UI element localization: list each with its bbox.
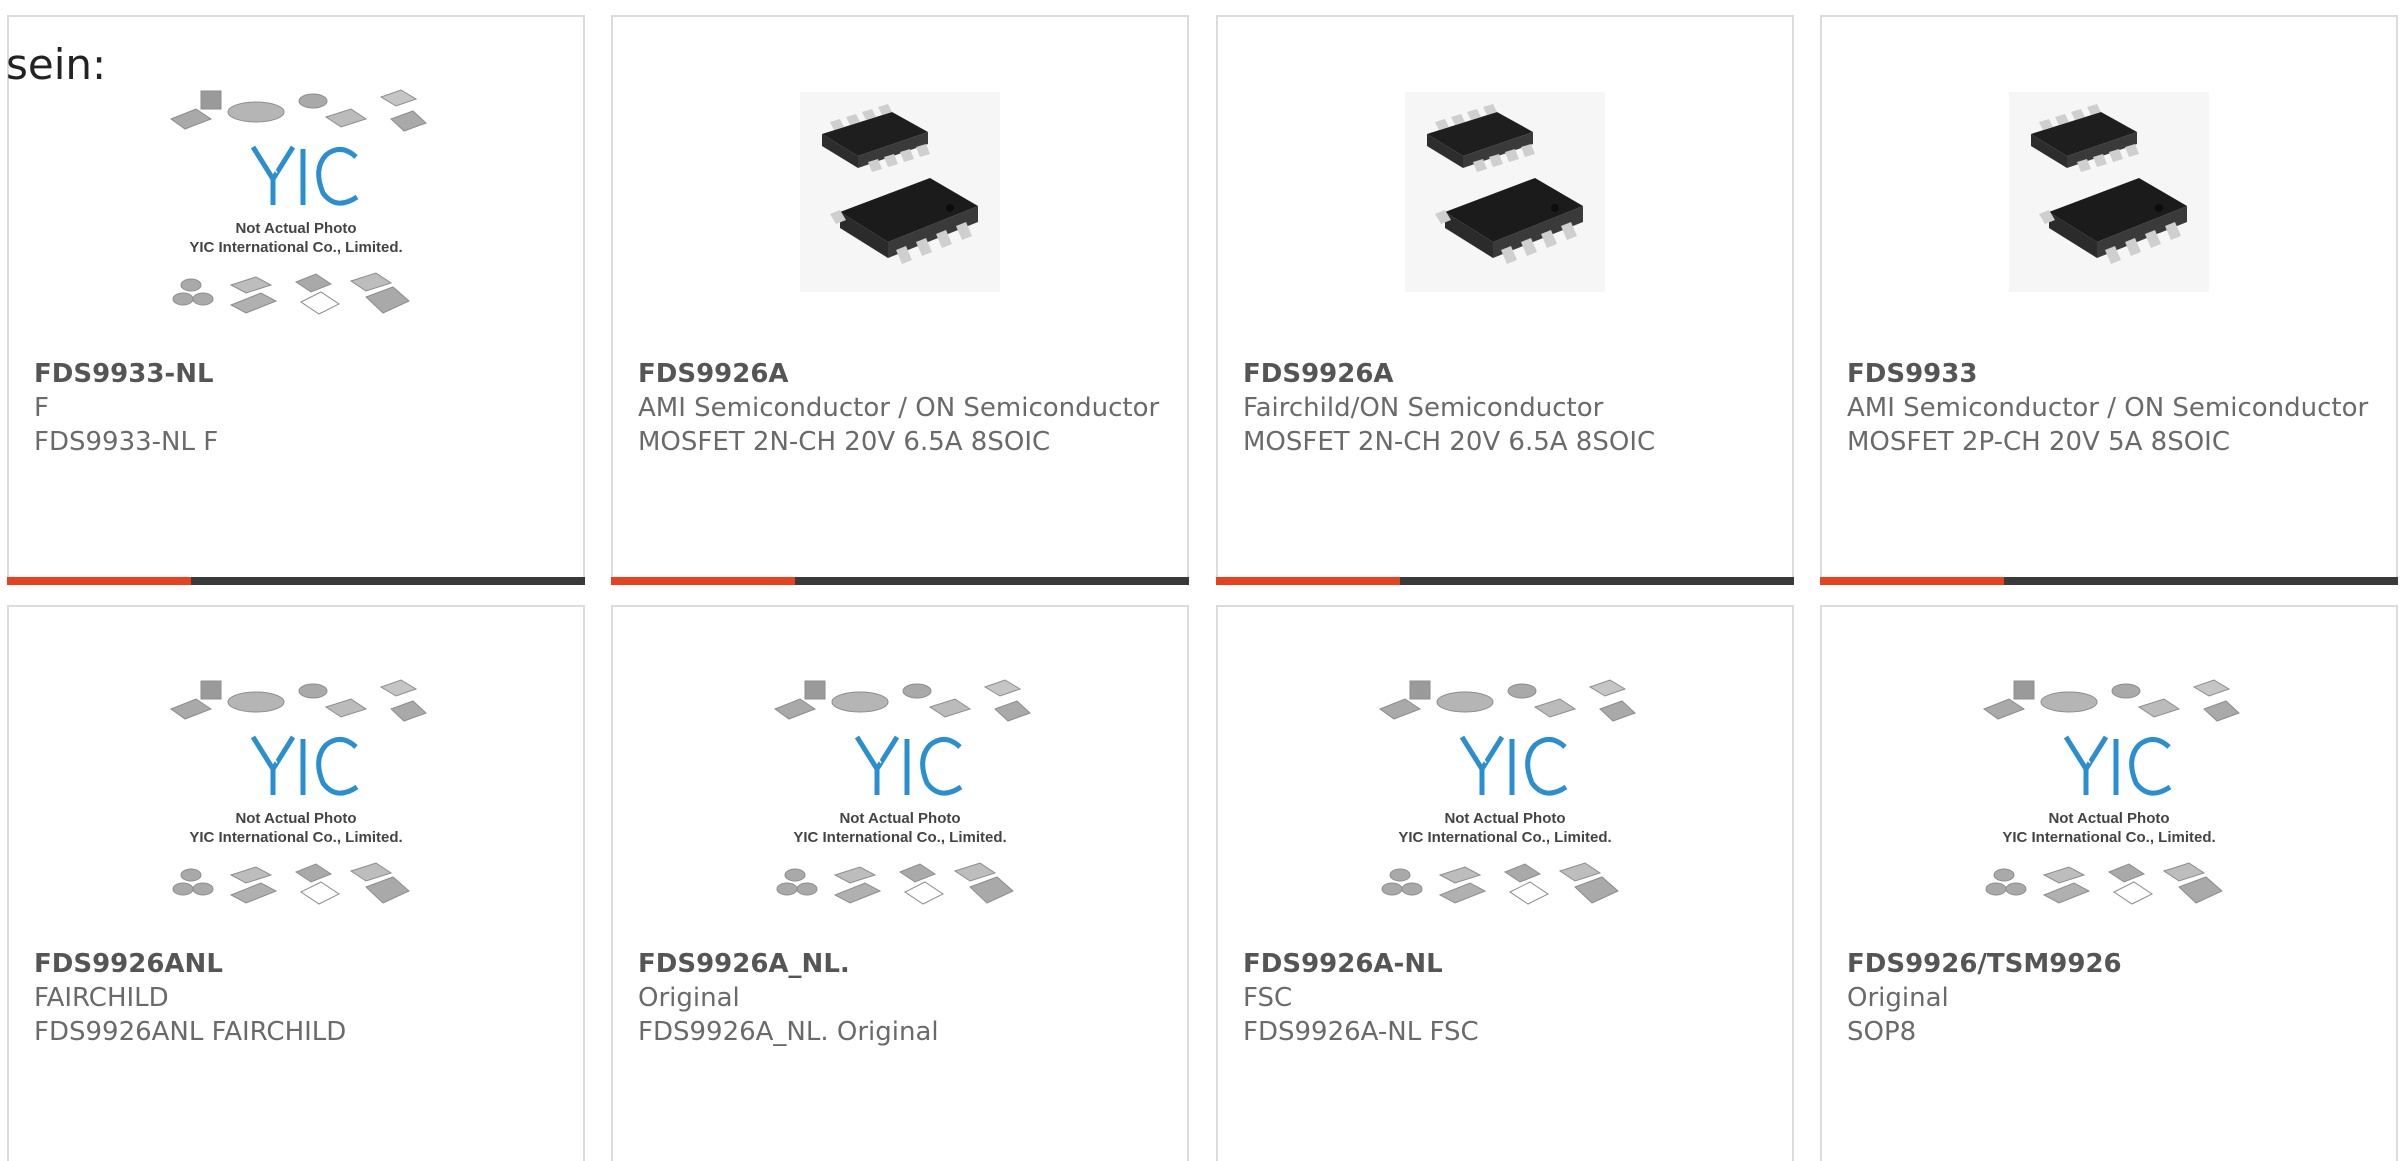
soic8-chip-photo: [2009, 92, 2209, 292]
card-accent: [611, 577, 795, 585]
placeholder-caption-line2: YIC International Co., Limited.: [2002, 829, 2215, 846]
product-info: FDS9926A_NL. Original FDS9926A_NL. Origi…: [638, 947, 1167, 1049]
product-image[interactable]: Not Actual Photo YIC International Co., …: [9, 662, 583, 952]
card-hover-bar: [7, 577, 585, 585]
product-image[interactable]: [613, 87, 1187, 297]
manufacturer: FSC: [1243, 983, 1293, 1013]
description: FDS9926A_NL. Original: [638, 1017, 939, 1047]
product-card[interactable]: Not Actual Photo YIC International Co., …: [7, 605, 585, 1161]
description: MOSFET 2P-CH 20V 5A 8SOIC: [1847, 427, 2230, 457]
part-number-link[interactable]: FDS9926ANL: [34, 947, 563, 981]
description: FDS9926A-NL FSC: [1243, 1017, 1479, 1047]
product-info: FDS9926A-NL FSC FDS9926A-NL FSC: [1243, 947, 1772, 1049]
placeholder-caption-line1: Not Actual Photo: [235, 810, 356, 827]
product-card[interactable]: Not Actual Photo YIC International Co., …: [7, 15, 585, 585]
card-accent: [1216, 577, 1400, 585]
description: FDS9933-NL F: [34, 427, 219, 457]
part-number-link[interactable]: FDS9933-NL: [34, 357, 563, 391]
description: SOP8: [1847, 1017, 1917, 1047]
product-info: FDS9926/TSM9926 Original SOP8: [1847, 947, 2376, 1049]
product-info: FDS9926A Fairchild/ON Semiconductor MOSF…: [1243, 357, 1772, 459]
not-actual-photo-placeholder: Not Actual Photo YIC International Co., …: [1982, 679, 2240, 905]
placeholder-caption-line1: Not Actual Photo: [2048, 810, 2169, 827]
part-number-link[interactable]: FDS9926/TSM9926: [1847, 947, 2376, 981]
placeholder-caption-line1: Not Actual Photo: [1444, 810, 1565, 827]
product-image[interactable]: Not Actual Photo YIC International Co., …: [1822, 662, 2396, 952]
product-card[interactable]: Not Actual Photo YIC International Co., …: [611, 605, 1189, 1161]
product-listing-page: sein: Not Actual Photo YIC International…: [0, 0, 2400, 1161]
placeholder-caption-line2: YIC International Co., Limited.: [189, 239, 402, 256]
yic-logo: [250, 735, 359, 796]
placeholder-caption-line1: Not Actual Photo: [839, 810, 960, 827]
section-heading: sein:: [6, 40, 107, 89]
card-accent: [7, 577, 191, 585]
placeholder-caption-line2: YIC International Co., Limited.: [793, 829, 1006, 846]
manufacturer: Fairchild/ON Semiconductor: [1243, 393, 1604, 423]
not-actual-photo-placeholder: Not Actual Photo YIC International Co., …: [169, 89, 427, 315]
yic-logo: [854, 735, 963, 796]
product-card[interactable]: Not Actual Photo YIC International Co., …: [1820, 605, 2398, 1161]
card-hover-bar: [1820, 577, 2398, 585]
product-info: FDS9933-NL F FDS9933-NL F: [34, 357, 563, 459]
description: MOSFET 2N-CH 20V 6.5A 8SOIC: [638, 427, 1051, 457]
part-number-link[interactable]: FDS9926A_NL.: [638, 947, 1167, 981]
not-actual-photo-placeholder: Not Actual Photo YIC International Co., …: [1378, 679, 1636, 905]
product-info: FDS9933 AMI Semiconductor / ON Semicondu…: [1847, 357, 2376, 459]
manufacturer: F: [34, 393, 49, 423]
yic-logo: [1459, 735, 1568, 796]
not-actual-photo-placeholder: Not Actual Photo YIC International Co., …: [169, 679, 427, 905]
soic8-chip-photo: [1405, 92, 1605, 292]
description: FDS9926ANL FAIRCHILD: [34, 1017, 347, 1047]
manufacturer: FAIRCHILD: [34, 983, 169, 1013]
card-hover-bar: [611, 577, 1189, 585]
part-number-link[interactable]: FDS9926A: [1243, 357, 1772, 391]
placeholder-caption-line2: YIC International Co., Limited.: [189, 829, 402, 846]
placeholder-caption-line2: YIC International Co., Limited.: [1398, 829, 1611, 846]
yic-logo: [250, 145, 359, 206]
product-image[interactable]: Not Actual Photo YIC International Co., …: [1218, 662, 1792, 952]
card-hover-bar: [1216, 577, 1794, 585]
part-number-link[interactable]: FDS9933: [1847, 357, 2376, 391]
description: MOSFET 2N-CH 20V 6.5A 8SOIC: [1243, 427, 1656, 457]
product-card[interactable]: FDS9926A Fairchild/ON Semiconductor MOSF…: [1216, 15, 1794, 585]
product-card[interactable]: Not Actual Photo YIC International Co., …: [1216, 605, 1794, 1161]
placeholder-caption-line1: Not Actual Photo: [235, 220, 356, 237]
yic-logo: [2063, 735, 2172, 796]
product-card[interactable]: FDS9926A AMI Semiconductor / ON Semicond…: [611, 15, 1189, 585]
manufacturer: Original: [1847, 983, 1949, 1013]
manufacturer: Original: [638, 983, 740, 1013]
card-accent: [1820, 577, 2004, 585]
product-image[interactable]: [1218, 87, 1792, 297]
soic8-chip-photo: [800, 92, 1000, 292]
part-number-link[interactable]: FDS9926A: [638, 357, 1167, 391]
product-info: FDS9926ANL FAIRCHILD FDS9926ANL FAIRCHIL…: [34, 947, 563, 1049]
product-info: FDS9926A AMI Semiconductor / ON Semicond…: [638, 357, 1167, 459]
product-card[interactable]: FDS9933 AMI Semiconductor / ON Semicondu…: [1820, 15, 2398, 585]
part-number-link[interactable]: FDS9926A-NL: [1243, 947, 1772, 981]
manufacturer: AMI Semiconductor / ON Semiconductor: [1847, 393, 2369, 423]
product-image[interactable]: Not Actual Photo YIC International Co., …: [613, 662, 1187, 952]
product-image[interactable]: [1822, 87, 2396, 297]
manufacturer: AMI Semiconductor / ON Semiconductor: [638, 393, 1160, 423]
not-actual-photo-placeholder: Not Actual Photo YIC International Co., …: [773, 679, 1031, 905]
product-image[interactable]: Not Actual Photo YIC International Co., …: [9, 72, 583, 362]
